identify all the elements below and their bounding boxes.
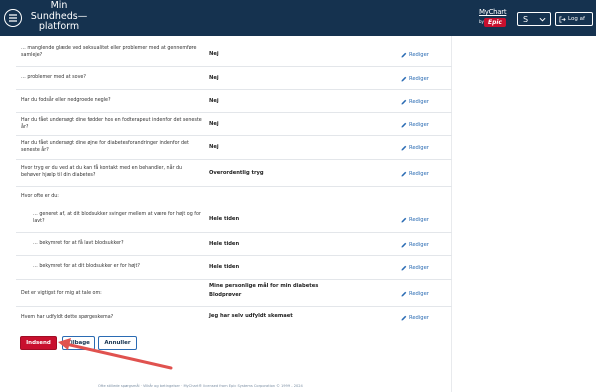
- edit-button[interactable]: Rediger: [401, 217, 429, 223]
- answer-text-secondary: Blodprøver: [209, 292, 242, 298]
- question-text: Har du fået undersøgt dine øjne for diab…: [21, 141, 189, 153]
- answer-text: Nej: [209, 144, 219, 150]
- logout-icon: [559, 15, 566, 23]
- epic-logo: Epic: [484, 18, 506, 27]
- question-text: Hvor tryg er du ved at du kan få kontakt…: [21, 166, 183, 178]
- question-text: Det er vigtigst for mig at tale om:: [21, 291, 102, 296]
- question-text: Har du fået undersøgt dine fødder hos en…: [21, 118, 202, 130]
- user-initial: S: [523, 14, 529, 24]
- answer-row: … problemer med at sove? Nej Rediger: [16, 67, 452, 90]
- answer-row: Hvor tryg er du ved at du kan få kontakt…: [16, 160, 452, 187]
- edit-label: Rediger: [409, 242, 429, 248]
- pencil-icon: [401, 145, 407, 151]
- question-text: … problemer med at sove?: [21, 75, 86, 80]
- question-text: Har du fodsår eller nedgroede negle?: [21, 98, 111, 103]
- edit-button[interactable]: Rediger: [401, 145, 429, 151]
- edit-label: Rediger: [409, 99, 429, 105]
- question-text: … generet af, at dit blodsukker svinger …: [33, 212, 201, 224]
- edit-button[interactable]: Rediger: [401, 171, 429, 177]
- pencil-icon: [401, 291, 407, 297]
- top-header: Min Sundheds— platform MyChart by Epic S…: [0, 0, 596, 36]
- annotation-arrow-icon: [58, 338, 173, 370]
- edit-button[interactable]: Rediger: [401, 99, 429, 105]
- answer-text: Hele tiden: [209, 216, 240, 222]
- mychart-label: MyChart: [479, 8, 507, 16]
- edit-button[interactable]: Rediger: [401, 291, 429, 297]
- answer-row: … bekymret for at dit blodsukker er for …: [16, 256, 452, 280]
- answer-row: Har du fodsår eller nedgroede negle? Nej…: [16, 90, 452, 113]
- answer-text: Hele tiden: [209, 241, 240, 247]
- logout-button[interactable]: Log af: [555, 12, 593, 26]
- answer-row: … manglende glæde ved seksualitet eller …: [16, 42, 452, 67]
- brand-logo[interactable]: Min Sundheds— platform: [24, 0, 94, 33]
- footer-text: Ofte stillede spørgsmål · Vilkår og beti…: [98, 384, 303, 388]
- edit-label: Rediger: [409, 315, 429, 321]
- menu-button[interactable]: [4, 9, 22, 27]
- pencil-icon: [401, 242, 407, 248]
- hamburger-icon: [9, 14, 17, 22]
- edit-label: Rediger: [409, 145, 429, 151]
- brand-line-1: Min: [50, 0, 68, 11]
- user-menu-button[interactable]: S: [517, 12, 551, 26]
- answer-text: Overordentlig tryg: [209, 170, 264, 176]
- edit-button[interactable]: Rediger: [401, 315, 429, 321]
- pencil-icon: [401, 265, 407, 271]
- edit-label: Rediger: [409, 76, 429, 82]
- answer-text: Hele tiden: [209, 264, 240, 270]
- pencil-icon: [401, 171, 407, 177]
- pencil-icon: [401, 122, 407, 128]
- question-text: … manglende glæde ved seksualitet eller …: [21, 46, 197, 58]
- edit-button[interactable]: Rediger: [401, 122, 429, 128]
- mychart-logo: MyChart by Epic: [479, 8, 509, 30]
- answer-text: Nej: [209, 51, 219, 57]
- answer-text: Nej: [209, 121, 219, 127]
- pencil-icon: [401, 99, 407, 105]
- edit-button[interactable]: Rediger: [401, 76, 429, 82]
- edit-label: Rediger: [409, 265, 429, 271]
- edit-button[interactable]: Rediger: [401, 52, 429, 58]
- answer-text: Nej: [209, 98, 219, 104]
- edit-label: Rediger: [409, 52, 429, 58]
- answer-row: Har du fået undersøgt dine fødder hos en…: [16, 113, 452, 136]
- question-text: … bekymret for at få lavt blodsukker?: [33, 241, 124, 246]
- answer-row: Har du fået undersøgt dine øjne for diab…: [16, 136, 452, 160]
- answer-row: Det er vigtigst for mig at tale om: Mine…: [16, 280, 452, 307]
- edit-label: Rediger: [409, 291, 429, 297]
- edit-button[interactable]: Rediger: [401, 242, 429, 248]
- answer-text: Jeg har selv udfyldt skemaet: [209, 313, 293, 319]
- edit-label: Rediger: [409, 171, 429, 177]
- question-text: Hvem har udfyldt dette spørgeskema?: [21, 315, 114, 320]
- edit-label: Rediger: [409, 122, 429, 128]
- group-heading-row: Hvor ofte er du:: [16, 187, 452, 205]
- answer-row: … bekymret for at få lavt blodsukker? He…: [16, 233, 452, 256]
- logout-label: Log af: [568, 16, 585, 22]
- submit-button[interactable]: Indsend: [20, 336, 57, 350]
- edit-label: Rediger: [409, 217, 429, 223]
- pencil-icon: [401, 315, 407, 321]
- question-text: … bekymret for at dit blodsukker er for …: [33, 264, 140, 269]
- answer-row: … generet af, at dit blodsukker svinger …: [16, 205, 452, 233]
- pencil-icon: [401, 217, 407, 223]
- question-group-heading: Hvor ofte er du:: [21, 194, 59, 199]
- brand-line-3: platform: [38, 21, 80, 32]
- answer-text: Nej: [209, 75, 219, 81]
- edit-button[interactable]: Rediger: [401, 265, 429, 271]
- pencil-icon: [401, 76, 407, 82]
- answer-row: Hvem har udfyldt dette spørgeskema? Jeg …: [16, 307, 452, 329]
- chevron-down-icon: [539, 17, 546, 22]
- pencil-icon: [401, 52, 407, 58]
- answer-text: Mine personlige mål for min diabetes: [209, 283, 319, 289]
